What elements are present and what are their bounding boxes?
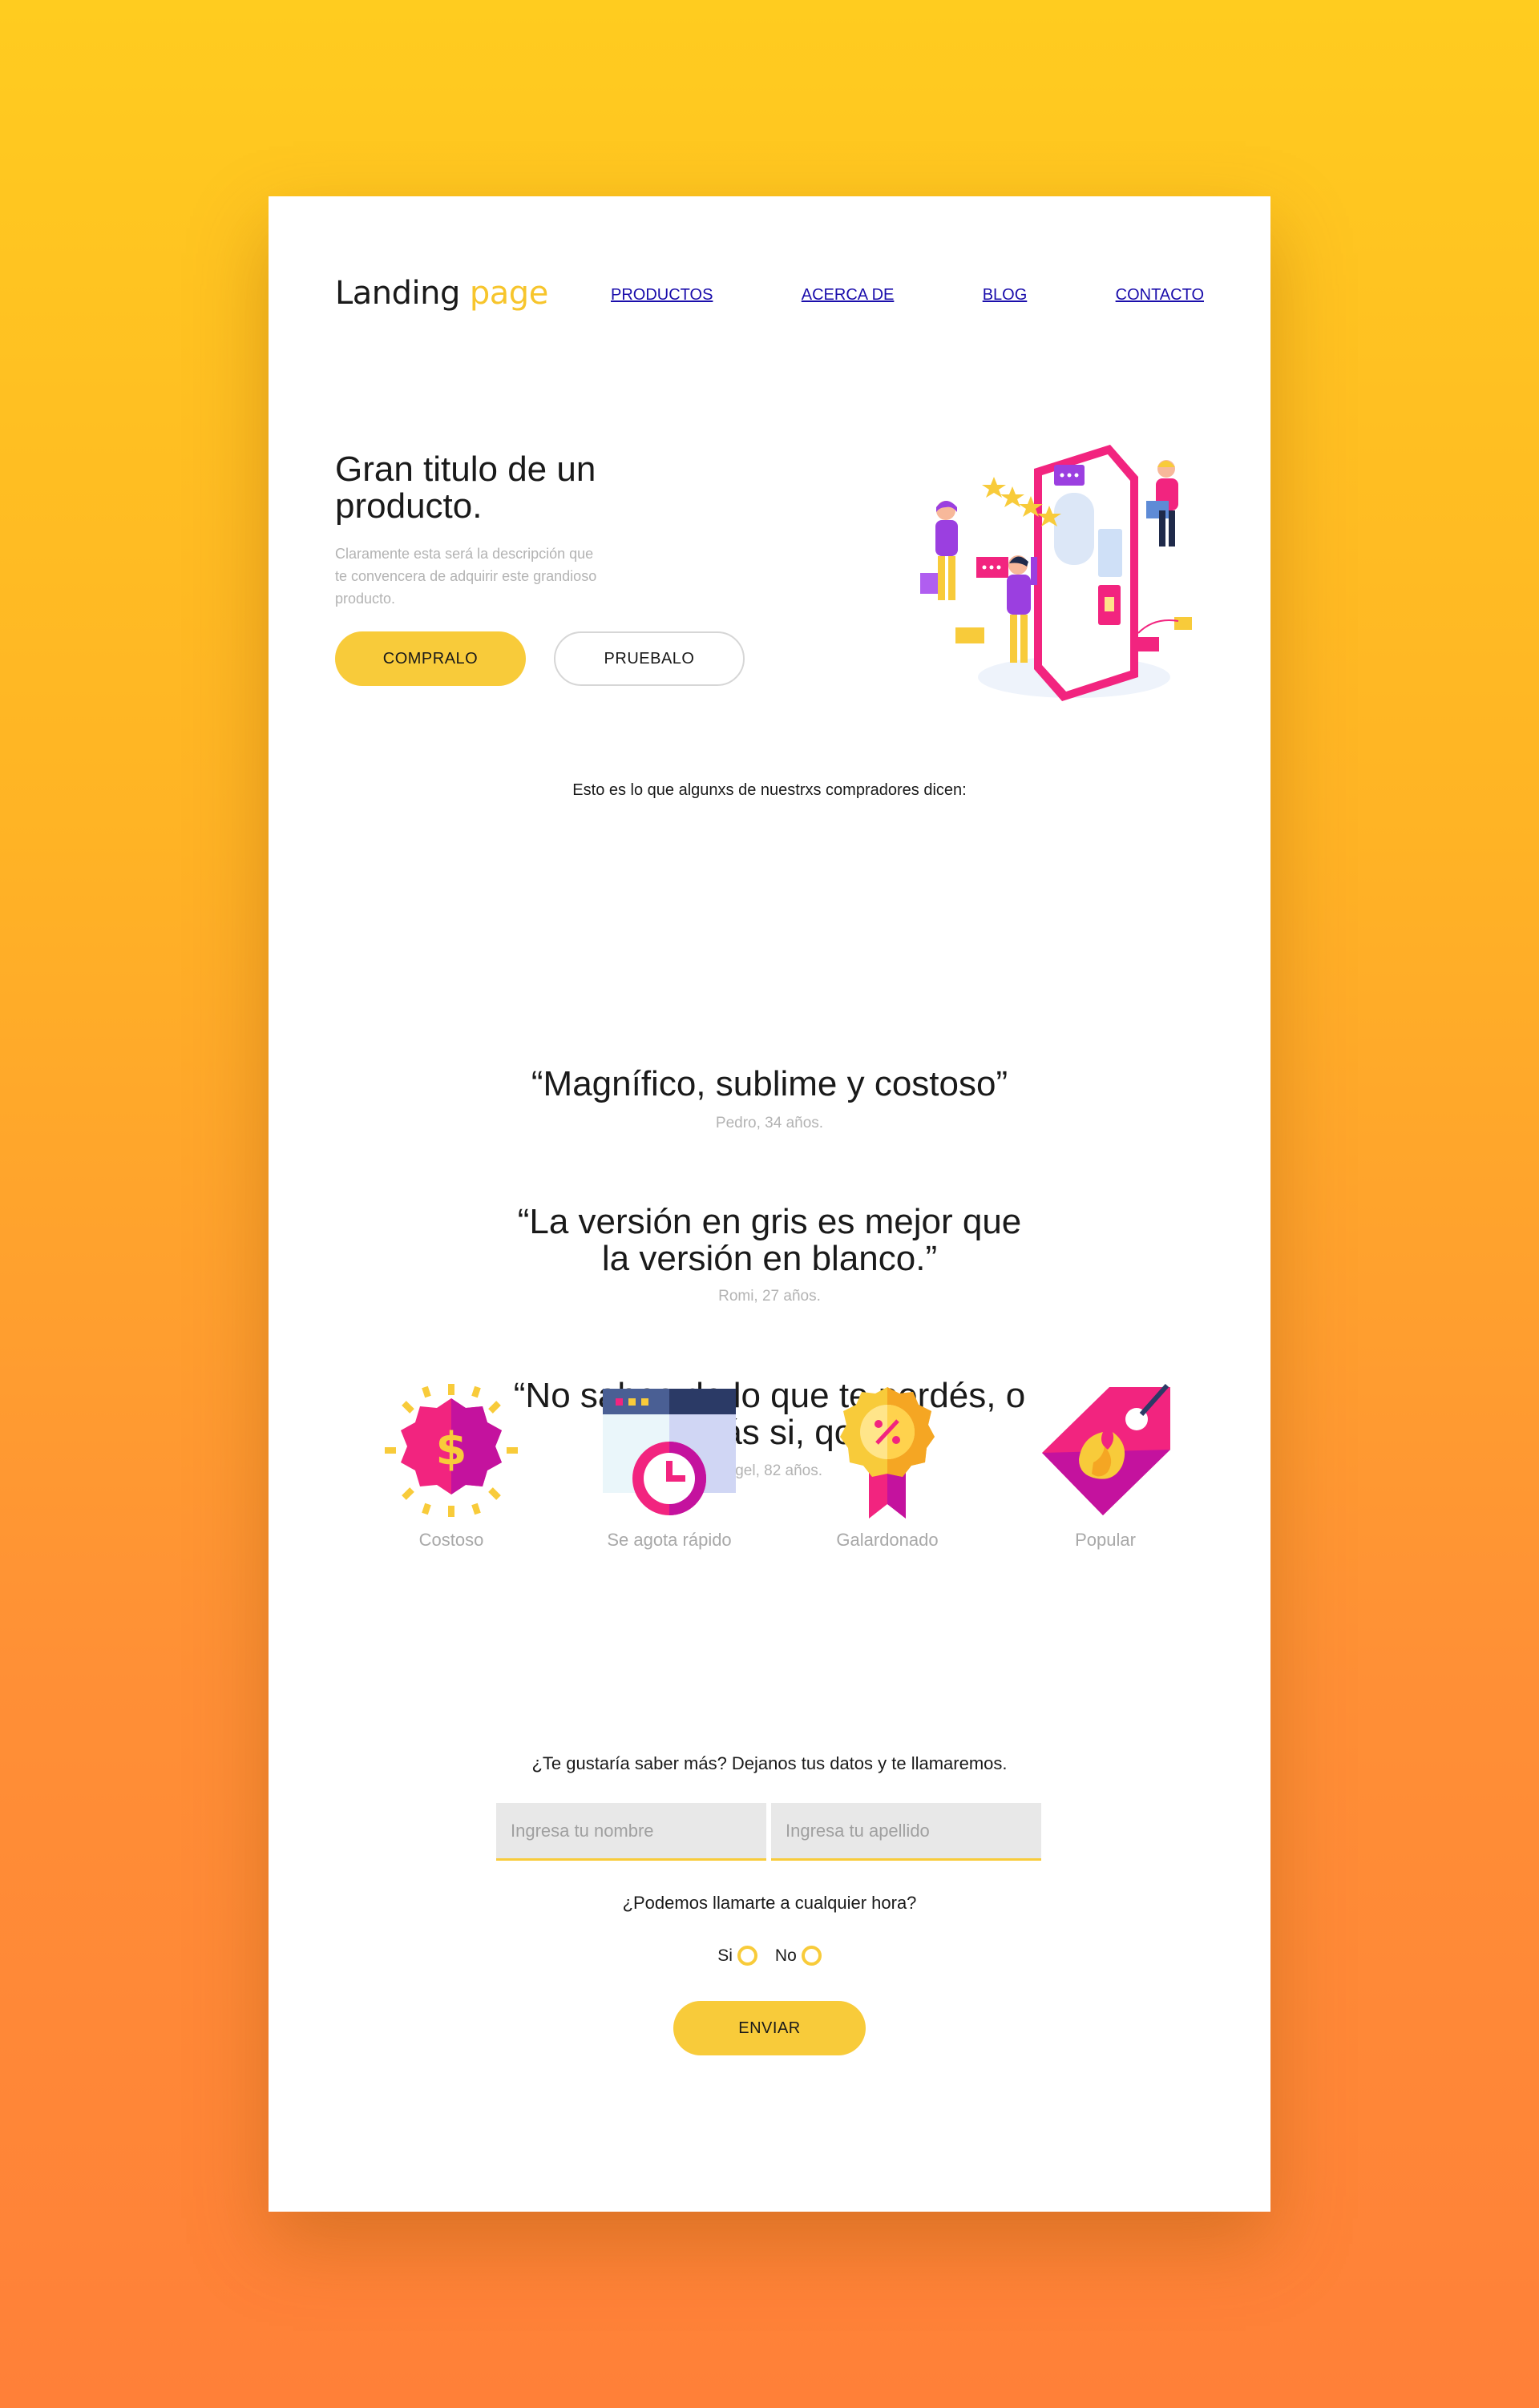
landing-card: Landing page PRODUCTOS ACERCA DE BLOG CON… — [269, 196, 1270, 2212]
dollar-badge-icon: $ — [385, 1384, 518, 1517]
svg-text:$: $ — [436, 1423, 467, 1475]
main-nav: PRODUCTOS ACERCA DE BLOG CONTACTO — [611, 286, 1204, 305]
feature-costoso: $ Costoso — [363, 1382, 539, 1551]
nav-link-acerca-de[interactable]: ACERCA DE — [802, 286, 895, 305]
feature-galardonado: Galardonado — [799, 1382, 976, 1551]
hero-description: Claramente esta será la descripción que … — [335, 546, 597, 607]
browser-clock-icon — [603, 1389, 736, 1515]
feature-label-costoso: Costoso — [418, 1530, 484, 1550]
feature-label-se-agota-rapido: Se agota rápido — [607, 1530, 732, 1550]
radio-option-si[interactable]: Si — [717, 1946, 757, 1966]
radio-label-si: Si — [717, 1946, 733, 1965]
first-name-input[interactable] — [496, 1803, 766, 1861]
feature-se-agota-rapido: Se agota rápido — [581, 1382, 757, 1551]
nav-link-contacto[interactable]: CONTACTO — [1116, 286, 1204, 305]
testimonial-author-1: Pedro, 34 años. — [715, 1115, 824, 1131]
logo[interactable]: Landing page — [335, 275, 548, 312]
testimonials-intro: Esto es lo que algunxs de nuestrxs compr… — [572, 781, 967, 799]
hero-title: Gran titulo de un producto. — [335, 450, 596, 526]
call-question: ¿Podemos llamarte a cualquier hora? — [622, 1893, 917, 1913]
feature-popular: Popular — [1017, 1382, 1194, 1551]
award-ribbon-icon — [840, 1387, 935, 1519]
radio-label-no: No — [774, 1946, 797, 1965]
try-button[interactable]: PRUEBALO — [554, 631, 745, 686]
call-anytime-radio-group: Si No — [269, 1946, 1270, 1966]
fire-tag-icon — [1042, 1384, 1170, 1515]
logo-text-page: page — [469, 275, 548, 312]
testimonial-author-2: Romi, 27 años. — [718, 1288, 821, 1305]
submit-button[interactable]: ENVIAR — [673, 2001, 866, 2055]
radio-button-si[interactable] — [737, 1946, 757, 1966]
logo-text-landing: Landing — [335, 275, 460, 312]
buy-button[interactable]: COMPRALO — [335, 631, 526, 686]
testimonial-quote-2: “La versión en gris es mejor que la vers… — [517, 1202, 1022, 1278]
nav-link-productos[interactable]: PRODUCTOS — [611, 286, 713, 305]
form-intro: ¿Te gustaría saber más? Dejanos tus dato… — [531, 1753, 1008, 1773]
hero-illustration — [920, 445, 1192, 701]
radio-option-no[interactable]: No — [775, 1946, 822, 1966]
nav-link-blog[interactable]: BLOG — [983, 286, 1028, 305]
feature-label-galardonado: Galardonado — [836, 1530, 939, 1550]
feature-label-popular: Popular — [1075, 1530, 1136, 1550]
testimonial-quote-1: “Magnífico, sublime y costoso” — [531, 1064, 1008, 1103]
radio-button-no[interactable] — [801, 1946, 822, 1966]
last-name-input[interactable] — [771, 1803, 1041, 1861]
